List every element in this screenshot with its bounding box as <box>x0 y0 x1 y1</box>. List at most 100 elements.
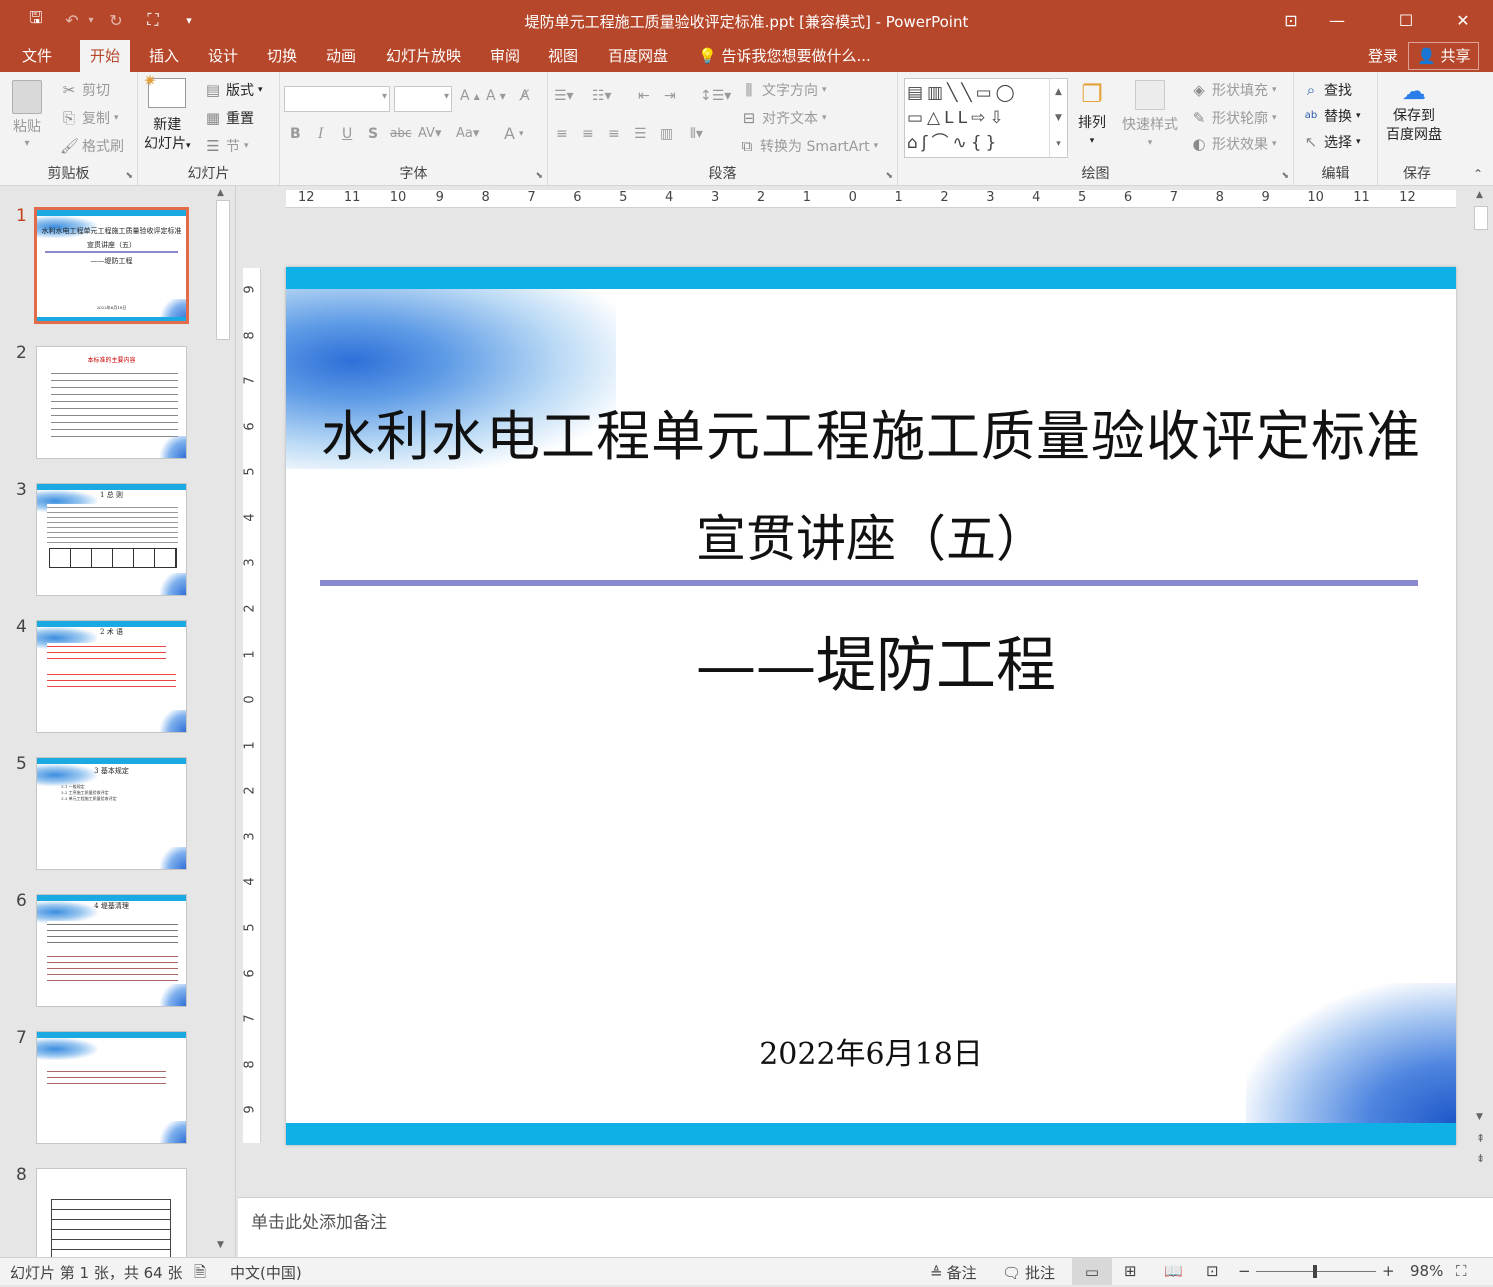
distributed-icon[interactable]: ▥ <box>660 126 673 142</box>
align-center-icon[interactable]: ≡ <box>582 126 594 142</box>
font-size-combo[interactable]: ▾ <box>394 86 452 112</box>
zoom-slider-thumb[interactable] <box>1312 1265 1317 1278</box>
bold-icon[interactable]: B <box>290 126 301 142</box>
dialog-launcher-icon[interactable]: ⬊ <box>1281 171 1289 181</box>
align-text-button[interactable]: ⊟ 对齐文本 ▾ <box>740 108 827 128</box>
replace-button[interactable]: ab 替换 ▾ <box>1302 106 1361 126</box>
shape-fill-button[interactable]: ◈ 形状填充 ▾ <box>1190 80 1276 100</box>
tab-file[interactable]: 文件 <box>12 40 62 72</box>
cut-button[interactable]: ✂ 剪切 <box>60 80 110 100</box>
character-spacing-icon[interactable]: AV▾ <box>418 126 441 141</box>
justify-icon[interactable]: ☰ <box>634 126 647 142</box>
spell-check-icon[interactable]: 🗎 <box>194 1262 206 1287</box>
text-shadow-icon[interactable]: S <box>368 126 378 142</box>
gallery-scroll[interactable]: ▲ ▼ ▾ <box>1049 79 1067 157</box>
slide-subtitle[interactable]: ——堤防工程 <box>286 617 1456 704</box>
copy-button[interactable]: ⎘ 复制 ▾ <box>60 108 119 128</box>
increase-font-size-icon[interactable]: A ▲ <box>460 88 480 104</box>
sign-in-link[interactable]: 登录 <box>1358 40 1408 72</box>
start-presentation-icon[interactable]: ⛶ <box>140 8 166 32</box>
notes-placeholder[interactable]: 单击此处添加备注 <box>251 1208 387 1233</box>
columns-icon[interactable]: ⫴▾ <box>690 126 703 142</box>
undo-icon[interactable]: ↶ <box>60 8 84 32</box>
zoom-out-button[interactable]: − <box>1238 1262 1251 1280</box>
slide-thumbnail-3[interactable]: 1 总 则 <box>36 483 187 596</box>
font-name-combo[interactable]: ▾ <box>284 86 390 112</box>
minimize-button[interactable]: — <box>1314 0 1360 40</box>
shape-effects-button[interactable]: ◐ 形状效果 ▾ <box>1190 134 1276 154</box>
tab-transitions[interactable]: 切换 <box>257 40 307 72</box>
convert-smartart-button[interactable]: ⧉ 转换为 SmartArt ▾ <box>738 136 879 156</box>
slideshow-button[interactable]: ⊡ <box>1206 1262 1219 1280</box>
zoom-slider[interactable] <box>1256 1265 1376 1278</box>
slide-title-line1[interactable]: 水利水电工程单元工程施工质量验收评定标准 <box>286 392 1456 471</box>
align-right-icon[interactable]: ≡ <box>608 126 620 142</box>
shape-outline-button[interactable]: ✎ 形状轮廓 ▾ <box>1190 108 1277 128</box>
new-slide-button[interactable]: ✷ 新建 幻灯片▾ <box>143 71 190 156</box>
customize-quick-access-icon[interactable]: ▾ <box>180 8 198 32</box>
notes-pane[interactable]: 单击此处添加备注 <box>238 1197 1493 1257</box>
comments-button[interactable]: 🗨 批注 <box>1002 1262 1055 1283</box>
tab-home[interactable]: 开始 <box>80 40 131 72</box>
reset-button[interactable]: ▦ 重置 <box>204 108 254 128</box>
fit-slide-icon[interactable]: ⛶ <box>1456 1262 1467 1280</box>
tab-view[interactable]: 视图 <box>538 40 588 72</box>
select-button[interactable]: ↖ 选择 ▾ <box>1302 132 1361 152</box>
slide-thumbnail-4[interactable]: 2 术 语 <box>36 620 187 733</box>
zoom-level[interactable]: 98% <box>1410 1262 1443 1280</box>
line-spacing-icon[interactable]: ↕☰▾ <box>700 88 731 104</box>
decrease-font-size-icon[interactable]: A ▼ <box>486 88 506 104</box>
tab-review[interactable]: 审阅 <box>480 40 530 72</box>
dialog-launcher-icon[interactable]: ⬊ <box>885 171 893 181</box>
redo-icon[interactable]: ↻ <box>104 8 128 32</box>
section-button[interactable]: ☰ 节 ▾ <box>204 136 248 156</box>
tab-insert[interactable]: 插入 <box>139 40 189 72</box>
next-slide-icon[interactable]: ⇟ <box>1476 1152 1485 1165</box>
text-direction-button[interactable]: ⫼ 文字方向 ▾ <box>740 80 827 100</box>
normal-view-button[interactable]: ▭ <box>1072 1258 1112 1285</box>
maximize-button[interactable]: ☐ <box>1383 0 1429 40</box>
close-button[interactable]: ✕ <box>1440 0 1486 40</box>
language-indicator[interactable]: 中文(中国) <box>230 1262 302 1283</box>
ribbon-display-options-icon[interactable]: ⊡ <box>1268 0 1314 40</box>
save-to-baidu-button[interactable]: ☁ 保存到 百度网盘 <box>1386 79 1442 145</box>
slide-thumbnail-7[interactable] <box>36 1031 187 1144</box>
scrollbar-thumb[interactable] <box>1474 206 1488 230</box>
layout-button[interactable]: ▤ 版式 ▾ <box>204 80 263 100</box>
slide-scrollbar[interactable]: ▲ ▼ ⇞ ⇟ <box>1472 190 1490 1165</box>
slide-thumbnail-1[interactable]: 水利水电工程单元工程施工质量验收评定标准 宣贯讲座（五） ——堤防工程 2022… <box>34 207 189 324</box>
paste-button[interactable]: 粘贴 ▾ <box>12 80 42 149</box>
quick-styles-button[interactable]: 快速样式 ▾ <box>1122 80 1178 148</box>
italic-icon[interactable]: I <box>318 126 324 142</box>
undo-dropdown-icon[interactable]: ▾ <box>84 8 98 32</box>
tab-slideshow[interactable]: 幻灯片放映 <box>376 40 471 72</box>
format-painter-button[interactable]: 🖌 格式刷 <box>60 136 124 156</box>
font-color-icon[interactable]: A ▾ <box>504 124 523 143</box>
collapse-ribbon-icon[interactable]: ⌃ <box>1473 167 1483 181</box>
shapes-gallery-items[interactable]: ▤▥╲╲▭◯ ▭△ᒪᒪ⇨⇩ ⌂ʃ⌒∿{} <box>907 81 1047 156</box>
slide-thumbnail-8[interactable] <box>36 1168 187 1257</box>
reading-view-button[interactable]: 📖 <box>1164 1262 1183 1280</box>
slide-canvas[interactable]: 水利水电工程单元工程施工质量验收评定标准 宣贯讲座（五） ——堤防工程 2022… <box>286 267 1456 1145</box>
save-icon[interactable]: 🖫 <box>24 8 48 32</box>
shapes-gallery[interactable]: ▤▥╲╲▭◯ ▭△ᒪᒪ⇨⇩ ⌂ʃ⌒∿{} ▲ ▼ ▾ <box>904 78 1068 158</box>
bullets-icon[interactable]: ☰▾ <box>554 88 574 104</box>
tab-design[interactable]: 设计 <box>198 40 248 72</box>
slide-sorter-button[interactable]: ⊞ <box>1124 1262 1137 1280</box>
previous-slide-icon[interactable]: ⇞ <box>1476 1132 1485 1145</box>
tab-baidu-netdisk[interactable]: 百度网盘 <box>598 40 678 72</box>
zoom-in-button[interactable]: + <box>1382 1262 1395 1280</box>
align-left-icon[interactable]: ≡ <box>556 126 568 142</box>
dialog-launcher-icon[interactable]: ⬊ <box>125 171 133 181</box>
tell-me-search[interactable]: 💡 告诉我您想要做什么... <box>688 40 881 72</box>
change-case-icon[interactable]: Aa▾ <box>456 126 479 141</box>
notes-toggle-button[interactable]: ≜ 备注 <box>930 1262 977 1283</box>
slide-thumbnail-6[interactable]: 4 堤基清理 <box>36 894 187 1007</box>
thumbnail-scrollbar[interactable]: ▲ ▼ <box>214 188 232 1250</box>
clear-formatting-icon[interactable]: A̸ <box>520 88 530 104</box>
strikethrough-icon[interactable]: abc <box>390 126 412 140</box>
slide-thumbnail-2[interactable]: 本标准的主要内容 <box>36 346 187 459</box>
numbering-icon[interactable]: ☷▾ <box>592 88 612 104</box>
decrease-indent-icon[interactable]: ⇤ <box>638 88 650 104</box>
underline-icon[interactable]: U <box>342 126 352 142</box>
